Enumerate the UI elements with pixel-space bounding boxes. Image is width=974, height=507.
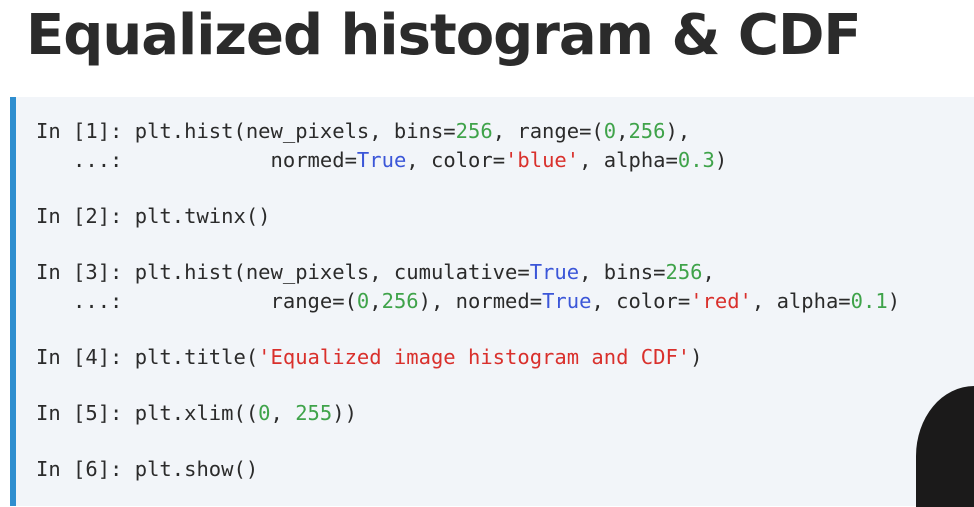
code-token: 0 (603, 119, 617, 143)
code-token: 'red' (690, 289, 752, 313)
input-prompt: In [2]: (36, 204, 123, 228)
input-prompt: In [4]: (36, 345, 123, 369)
code-token: , bins= (579, 260, 666, 284)
code-token: , color= (591, 289, 691, 313)
input-prompt: In [1]: (36, 119, 123, 143)
code-cell: In [3]: plt.hist(new_pixels, cumulative=… (36, 258, 900, 316)
code-token: )) (332, 401, 357, 425)
slide-title: Equalized histogram & CDF (26, 3, 862, 68)
code-block: In [1]: plt.hist(new_pixels, bins=256, r… (36, 117, 900, 484)
code-token: 256 (665, 260, 703, 284)
code-token: , (369, 289, 382, 313)
code-cell: In [6]: plt.show() (36, 455, 900, 484)
code-token: plt.twinx() (134, 204, 271, 228)
cell-gap (36, 372, 900, 399)
code-token: , alpha= (579, 148, 678, 172)
code-line: In [2]: plt.twinx() (36, 202, 900, 231)
code-token: 256 (455, 119, 493, 143)
code-token: ) (714, 148, 728, 172)
code-line: ...: range=(0,256), normed=True, color='… (36, 287, 900, 316)
input-prompt: In [5]: (36, 401, 123, 425)
code-panel: In [1]: plt.hist(new_pixels, bins=256, r… (10, 97, 974, 506)
cell-gap (36, 316, 900, 343)
code-token: , (616, 119, 629, 143)
code-token: , color= (406, 148, 506, 172)
code-cell: In [2]: plt.twinx() (36, 202, 900, 231)
code-token: plt.hist(new_pixels, cumulative= (134, 260, 530, 284)
code-cell: In [5]: plt.xlim((0, 255)) (36, 399, 900, 428)
code-token: range=( (134, 289, 357, 313)
code-token: ), normed= (418, 289, 543, 313)
code-token: 0.3 (677, 148, 715, 172)
cell-gap (36, 231, 900, 258)
cell-gap (36, 428, 900, 455)
code-token: 'Equalized image histogram and CDF' (258, 345, 691, 369)
code-line: In [3]: plt.hist(new_pixels, cumulative=… (36, 258, 900, 287)
code-line: In [4]: plt.title('Equalized image histo… (36, 343, 900, 372)
code-token: True (356, 148, 407, 172)
code-line: In [5]: plt.xlim((0, 255)) (36, 399, 900, 428)
code-token: 255 (295, 401, 333, 425)
code-token: normed= (134, 148, 357, 172)
input-prompt: In [3]: (36, 260, 123, 284)
code-token: 256 (628, 119, 666, 143)
code-line: ...: normed=True, color='blue', alpha=0.… (36, 146, 900, 175)
code-token: ) (690, 345, 703, 369)
code-token: True (529, 260, 580, 284)
cell-gap (36, 175, 900, 202)
code-cell: In [1]: plt.hist(new_pixels, bins=256, r… (36, 117, 900, 175)
code-token: , (702, 260, 715, 284)
code-token: , (270, 401, 296, 425)
code-token: 0 (356, 289, 370, 313)
code-token: 256 (381, 289, 419, 313)
code-token: 'blue' (505, 148, 580, 172)
code-token: , alpha= (751, 289, 851, 313)
code-line: In [6]: plt.show() (36, 455, 900, 484)
code-token: 0.1 (850, 289, 888, 313)
code-token: plt.hist(new_pixels, bins= (134, 119, 456, 143)
code-token: True (542, 289, 592, 313)
code-cell: In [4]: plt.title('Equalized image histo… (36, 343, 900, 372)
continuation-prompt: ...: (36, 289, 123, 313)
code-token: plt.title( (134, 345, 259, 369)
code-token: , range=( (492, 119, 604, 143)
continuation-prompt: ...: (36, 148, 123, 172)
code-token: ) (887, 289, 901, 313)
code-token: 0 (258, 401, 271, 425)
code-token: ), (665, 119, 691, 143)
slide: Equalized histogram & CDF In [1]: plt.hi… (0, 0, 974, 507)
code-token: plt.show() (134, 457, 259, 481)
input-prompt: In [6]: (36, 457, 123, 481)
code-token: plt.xlim(( (134, 401, 259, 425)
code-line: In [1]: plt.hist(new_pixels, bins=256, r… (36, 117, 900, 146)
